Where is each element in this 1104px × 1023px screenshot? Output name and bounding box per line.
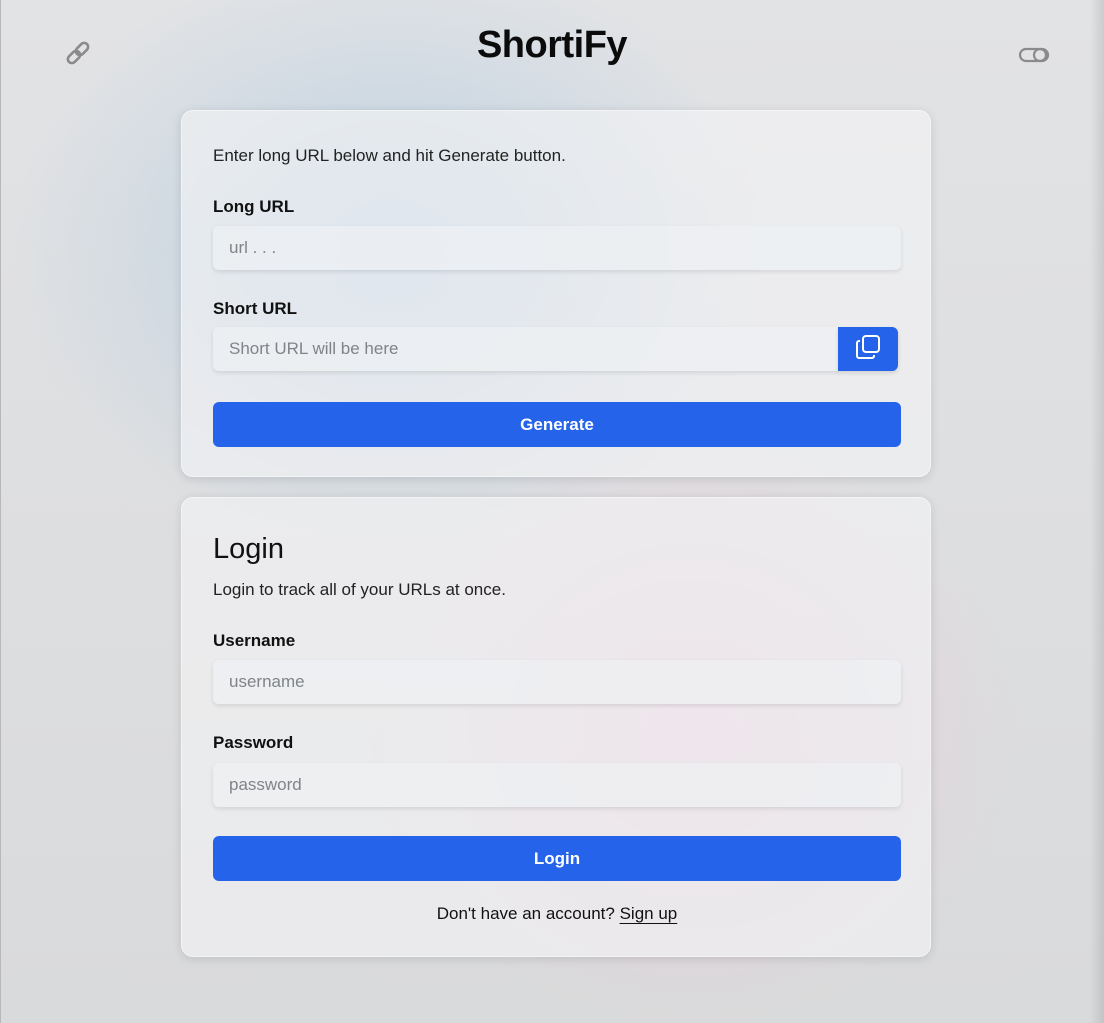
login-card: Login Login to track all of your URLs at… <box>181 497 931 957</box>
app-title: ShortiFy <box>476 24 628 66</box>
signup-prompt-line: Don't have an account? Sign up <box>182 904 932 924</box>
login-button[interactable]: Login <box>213 836 901 881</box>
shortener-card: Enter long URL below and hit Generate bu… <box>181 110 931 477</box>
shortener-description: Enter long URL below and hit Generate bu… <box>213 146 566 165</box>
copy-icon <box>854 333 882 366</box>
signup-prompt-text: Don't have an account? <box>436 904 615 923</box>
long-url-input[interactable] <box>213 226 901 270</box>
username-label: Username <box>213 631 296 650</box>
login-title: Login <box>213 533 284 565</box>
password-input[interactable] <box>213 763 901 807</box>
password-label: Password <box>213 733 294 752</box>
window-edge-shadow <box>1090 0 1104 1023</box>
long-url-label: Long URL <box>213 197 295 216</box>
copy-button[interactable] <box>838 327 898 371</box>
login-description: Login to track all of your URLs at once. <box>213 580 506 599</box>
short-url-label: Short URL <box>213 299 298 318</box>
generate-button[interactable]: Generate <box>213 402 901 447</box>
theme-toggle-icon[interactable] <box>1018 41 1050 71</box>
username-input[interactable] <box>213 660 901 704</box>
short-url-output[interactable] <box>213 327 839 371</box>
signup-link[interactable]: Sign up <box>620 904 678 923</box>
